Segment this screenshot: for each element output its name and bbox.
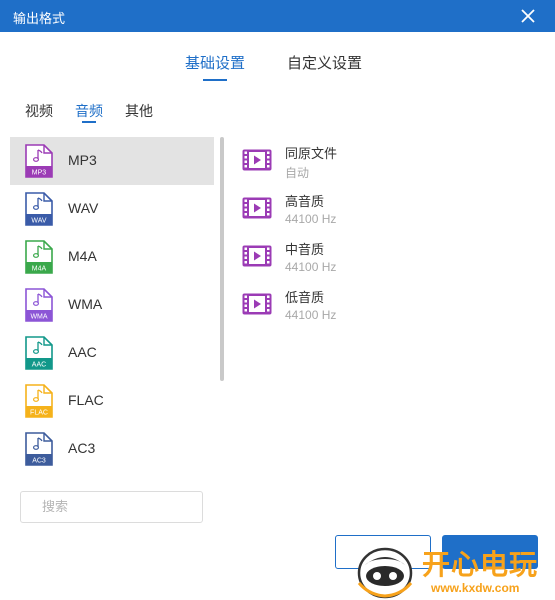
format-name: AC3 [68, 440, 96, 456]
tab-custom-settings[interactable]: 自定义设置 [287, 52, 362, 82]
music-file-icon: MP3 [25, 144, 53, 178]
video-film-icon [242, 245, 272, 267]
watermark-url: www.kxdw.com [431, 581, 520, 595]
watermark: 开心电玩 www.kxdw.com [355, 543, 555, 600]
close-icon[interactable] [519, 7, 537, 25]
format-item[interactable]: MP3 MP3 [10, 137, 214, 185]
quality-desc: 44100 Hz [285, 260, 337, 274]
quality-item[interactable]: 中音质 44100 Hz [240, 233, 540, 281]
tab-audio[interactable]: 音频 [75, 101, 103, 123]
format-item[interactable]: AAC AAC [10, 329, 214, 377]
quality-name: 低音质 [285, 290, 325, 305]
quality-item[interactable]: 高音质 44100 Hz [240, 185, 540, 233]
format-item[interactable]: AC3 AC3 [10, 425, 214, 473]
quality-desc: 44100 Hz [285, 308, 337, 322]
format-badge: AC3 [32, 458, 46, 465]
settings-tabs: 基础设置 自定义设置 [0, 52, 555, 84]
format-badge: AAC [32, 362, 46, 369]
search-box [20, 491, 203, 523]
window-title: 输出格式 [13, 11, 66, 26]
format-badge: FLAC [30, 410, 48, 417]
format-item[interactable]: WMA WMA [10, 281, 214, 329]
tab-label: 其他 [125, 103, 153, 119]
tab-label: 自定义设置 [287, 55, 363, 72]
tab-video[interactable]: 视频 [25, 101, 53, 121]
quality-name: 中音质 [285, 242, 325, 257]
format-badge: M4A [32, 266, 47, 273]
category-tabs: 视频 音频 其他 [0, 101, 220, 127]
quality-list: 同原文件自动高音质 44100 Hz 中音质 44100 Hz 低音质 44100 Hz [240, 137, 540, 329]
watermark-text: 开心电玩 [422, 548, 539, 581]
active-tab-indicator [82, 121, 96, 123]
video-film-icon [242, 197, 272, 219]
format-name: WMA [68, 296, 103, 312]
video-film-icon [242, 149, 272, 171]
format-badge: WAV [31, 218, 46, 225]
quality-item[interactable]: 同原文件 自动 [240, 137, 540, 185]
format-name: WAV [68, 200, 99, 216]
format-name: FLAC [68, 392, 104, 408]
format-item[interactable]: FLAC FLAC [10, 377, 214, 425]
tab-other[interactable]: 其他 [125, 101, 153, 121]
music-file-icon: WAV [25, 192, 53, 226]
quality-name: 同原文件 [285, 146, 338, 161]
format-badge: WMA [30, 314, 47, 321]
title-bar: 输出格式 [0, 0, 555, 32]
format-badge: MP3 [32, 170, 47, 177]
music-file-icon: AAC [25, 336, 53, 370]
tab-basic-settings[interactable]: 基础设置 [185, 52, 245, 82]
format-item[interactable]: M4A M4A [10, 233, 214, 281]
format-item[interactable]: WAV WAV [10, 185, 214, 233]
tab-label: 视频 [25, 103, 53, 119]
tab-label: 音频 [75, 103, 103, 119]
tab-label: 基础设置 [185, 55, 246, 72]
quality-item[interactable]: 低音质 44100 Hz [240, 281, 540, 329]
format-name: M4A [68, 248, 97, 264]
format-list-scrollbar[interactable] [220, 137, 224, 381]
video-film-icon [242, 293, 272, 315]
format-name: AAC [68, 344, 97, 360]
music-file-icon: AC3 [25, 432, 53, 466]
music-file-icon: M4A [25, 240, 53, 274]
active-tab-indicator [203, 79, 227, 81]
quality-desc: 44100 Hz [285, 212, 337, 226]
format-list: MP3 MP3 WAV WAV M4A M4A WMA WMA AAC AAC FLAC FLAC AC… [10, 137, 214, 480]
quality-desc: 自动 [285, 166, 310, 180]
search-input[interactable] [42, 499, 192, 514]
music-file-icon: WMA [25, 288, 53, 322]
format-name: MP3 [68, 152, 97, 168]
mascot-logo-icon [357, 547, 413, 599]
music-file-icon: FLAC [25, 384, 53, 418]
quality-name: 高音质 [285, 194, 325, 209]
